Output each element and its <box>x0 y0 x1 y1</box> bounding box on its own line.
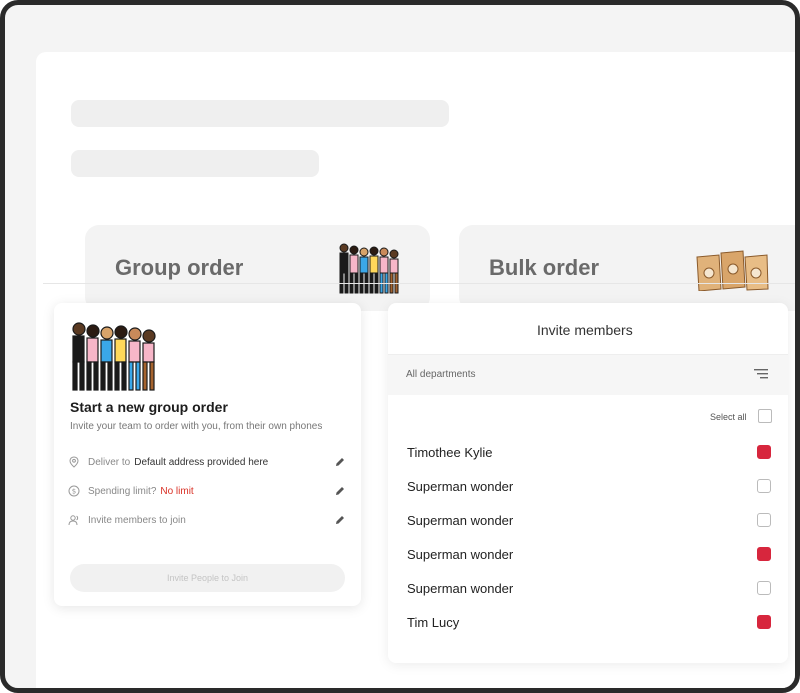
paper-bags-icon <box>696 250 769 291</box>
invite-members-label: Invite members to join <box>88 515 186 526</box>
spending-limit-row[interactable]: $ Spending limit? No limit <box>68 483 346 501</box>
deliver-to-row[interactable]: Deliver to Default address provided here <box>68 454 346 472</box>
member-checkbox[interactable] <box>757 547 771 561</box>
location-pin-icon <box>69 456 79 468</box>
invite-members-panel: Invite members All departments Select al… <box>388 303 788 663</box>
member-name: Superman wonder <box>407 581 514 596</box>
group-order-heading: Start a new group order <box>70 399 228 415</box>
member-name: Superman wonder <box>407 547 514 562</box>
loading-placeholder-title <box>71 100 449 127</box>
invite-members-title: Invite members <box>537 322 633 338</box>
bulk-order-card[interactable]: Bulk order <box>459 225 795 311</box>
team-illustration <box>72 322 156 391</box>
spending-value: No limit <box>160 486 194 497</box>
member-name: Superman wonder <box>407 479 514 494</box>
loading-placeholder-subtitle <box>71 150 319 177</box>
pencil-icon[interactable] <box>334 456 346 468</box>
group-order-description: Invite your team to order with you, from… <box>70 421 323 432</box>
invite-people-button[interactable]: Invite People to Join <box>70 564 345 592</box>
department-filter[interactable]: All departments <box>388 355 788 395</box>
svg-text:$: $ <box>72 488 76 496</box>
select-all-label[interactable]: Select all <box>710 412 747 422</box>
pencil-icon[interactable] <box>334 485 346 497</box>
invite-members-header: Invite members <box>388 303 788 355</box>
spending-label-group: Spending limit? No limit <box>88 486 194 497</box>
member-checkbox[interactable] <box>757 513 771 527</box>
deliver-label-group: Deliver to Default address provided here <box>88 457 268 468</box>
device-frame: Group order Bulk order Start a new group… <box>0 0 800 693</box>
member-checkbox[interactable] <box>757 581 771 595</box>
select-all-checkbox[interactable] <box>758 409 772 423</box>
group-order-card[interactable]: Group order <box>85 225 430 311</box>
group-order-title: Group order <box>115 255 244 280</box>
section-divider <box>43 283 795 284</box>
deliver-address: Default address provided here <box>134 457 269 468</box>
department-filter-label: All departments <box>406 369 476 380</box>
group-people-illustration <box>339 243 399 294</box>
pencil-icon[interactable] <box>334 514 346 526</box>
bulk-order-title: Bulk order <box>489 255 600 280</box>
member-name: Tim Lucy <box>407 615 460 630</box>
dollar-icon: $ <box>68 485 80 497</box>
group-order-detail-card: Start a new group order Invite your team… <box>54 303 361 606</box>
invite-members-row[interactable]: Invite members to join <box>68 512 346 530</box>
deliver-label: Deliver to <box>88 457 131 468</box>
member-checkbox[interactable] <box>757 615 771 629</box>
member-checkbox[interactable] <box>757 445 771 459</box>
spending-label: Spending limit? <box>88 486 157 497</box>
member-name: Superman wonder <box>407 513 514 528</box>
filter-icon[interactable] <box>754 369 768 379</box>
member-name: Timothee Kylie <box>407 445 493 460</box>
member-checkbox[interactable] <box>757 479 771 493</box>
people-icon <box>68 515 79 526</box>
